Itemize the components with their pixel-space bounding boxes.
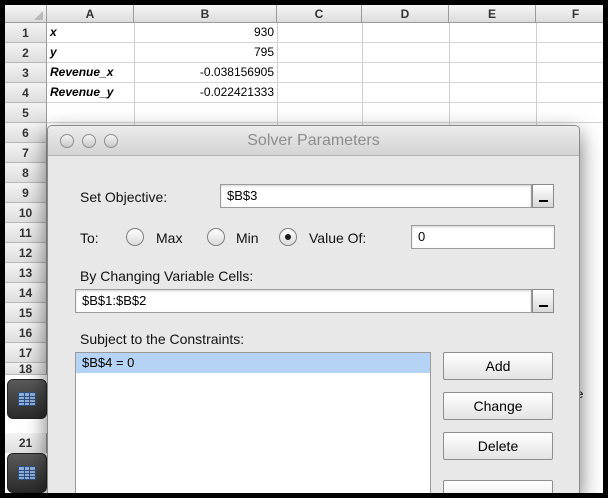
dialog-titlebar[interactable]: Solver Parameters [48,126,579,156]
dialog-title: Solver Parameters [247,132,380,149]
row-header-7[interactable]: 7 [5,143,47,163]
row-header-14[interactable]: 14 [5,283,47,303]
max-label: Max [156,230,183,246]
cell-b1[interactable]: 930 [134,23,277,42]
cell-a3[interactable]: Revenue_x [47,63,134,82]
cell-b4[interactable]: -0.022421333 [134,83,277,102]
excel-window-thumbnail-icon-2[interactable] [7,453,47,493]
column-header-row: A B C D E F [5,5,603,23]
cell-b2[interactable]: 795 [134,43,277,62]
column-header-f[interactable]: F [536,5,603,23]
row-header-8[interactable]: 8 [5,163,47,183]
to-label: To: [80,230,99,246]
delete-button[interactable]: Delete [443,432,553,460]
constraints-label: Subject to the Constraints: [80,331,245,347]
row-header-11[interactable]: 11 [5,223,47,243]
row-header-9[interactable]: 9 [5,183,47,203]
value-of-field[interactable]: 0 [411,225,555,249]
row-header-16[interactable]: 16 [5,323,47,343]
max-radio[interactable] [126,228,144,246]
changing-cells-ref-button[interactable] [532,289,554,313]
row-header-3[interactable]: 3 [5,63,47,83]
value-of-radio[interactable] [279,228,297,246]
select-all-corner[interactable] [5,5,47,23]
solver-parameters-dialog: Solver Parameters Set Objective: $B$3 To… [47,125,580,493]
min-radio[interactable] [207,228,225,246]
row-header-13[interactable]: 13 [5,263,47,283]
row-header-4[interactable]: 4 [5,83,47,103]
min-label: Min [236,230,259,246]
row-header-21[interactable]: 21 [5,433,47,453]
change-button[interactable]: Change [443,392,553,420]
changing-cells-label: By Changing Variable Cells: [80,268,254,284]
cell-a4[interactable]: Revenue_y [47,83,134,102]
row-header-1[interactable]: 1 [5,23,47,43]
partially-visible-button[interactable] [443,480,553,493]
row-header-10[interactable]: 10 [5,203,47,223]
row-header-2[interactable]: 2 [5,43,47,63]
constraints-list[interactable]: $B$4 = 0 [75,352,431,493]
row-header-17[interactable]: 17 [5,343,47,363]
cell-a2[interactable]: y [47,43,134,62]
set-objective-ref-button[interactable] [532,184,554,208]
add-button[interactable]: Add [443,352,553,380]
row-header-5[interactable]: 5 [5,103,47,123]
column-header-c[interactable]: C [277,5,362,23]
excel-window-thumbnail-icon[interactable] [7,379,47,419]
column-header-a[interactable]: A [47,5,134,23]
screenshot-frame: A B C D E F 1 2 3 4 5 6 7 8 9 10 11 12 1… [5,5,603,493]
column-header-d[interactable]: D [362,5,449,23]
changing-cells-field[interactable]: $B$1:$B$2 [75,289,532,313]
column-header-e[interactable]: E [449,5,536,23]
set-objective-label: Set Objective: [80,189,168,205]
cell-a1[interactable]: x [47,23,134,42]
row-header-6[interactable]: 6 [5,123,47,143]
set-objective-field[interactable]: $B$3 [220,184,532,208]
row-header-15[interactable]: 15 [5,303,47,323]
row-header-18[interactable]: 18 [5,363,47,375]
column-header-b[interactable]: B [134,5,277,23]
cell-b3[interactable]: -0.038156905 [134,63,277,82]
row-header-12[interactable]: 12 [5,243,47,263]
value-of-label: Value Of: [309,230,367,246]
constraint-item[interactable]: $B$4 = 0 [76,353,430,373]
